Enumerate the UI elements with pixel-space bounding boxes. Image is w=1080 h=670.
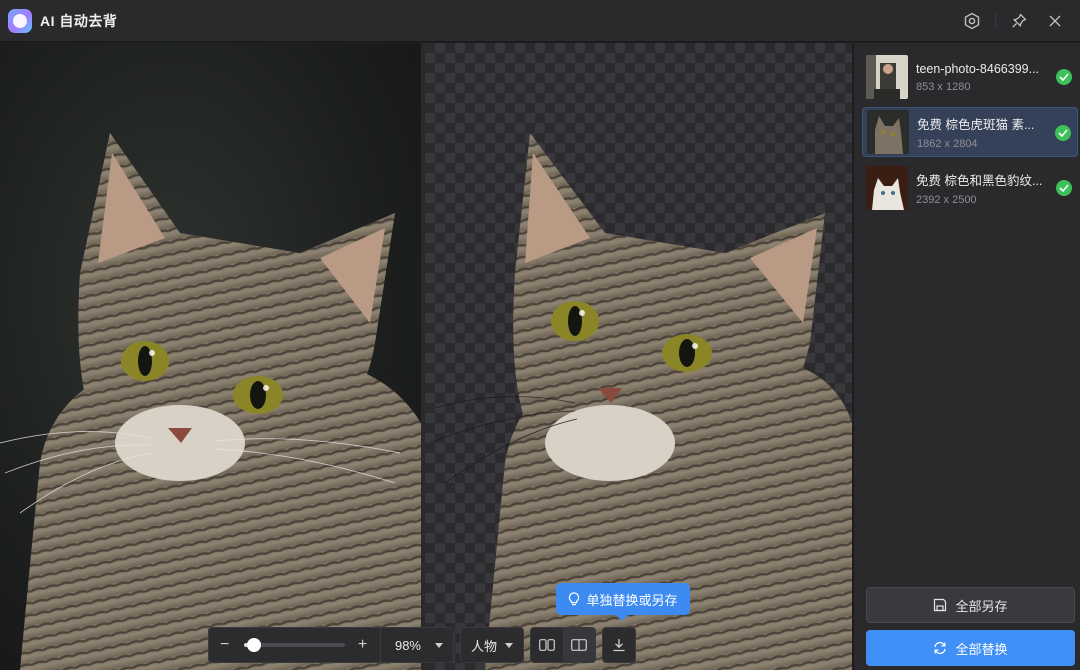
check-icon [1056,180,1072,196]
file-thumbnail [867,110,909,154]
zoom-dropdown-icon[interactable] [435,642,443,648]
mode-dropdown-icon [505,642,513,648]
title-bar: AI 自动去背 [0,0,1080,42]
replace-icon [934,641,947,655]
result-image-pane [425,43,852,670]
settings-icon[interactable] [957,6,987,36]
file-list-item[interactable]: 免费 棕色和黑色豹纹... 2392 x 2500 [862,163,1078,213]
check-icon [1056,69,1072,85]
zoom-slider-knob[interactable] [247,638,262,652]
file-thumbnail [866,166,908,210]
download-icon [613,639,625,652]
lightbulb-icon [569,592,580,606]
zoom-slider[interactable] [244,638,345,652]
split-view-icon[interactable] [563,628,595,662]
zoom-value: 98% [394,637,421,653]
save-icon [934,598,947,612]
titlebar-divider [995,13,996,29]
tooltip-text: 单独替换或另存 [586,592,678,608]
file-name: 免费 棕色和黑色豹纹... [916,174,1043,188]
file-thumbnail [866,55,908,99]
view-toggle [530,627,596,663]
zoom-control: − + 98% [208,627,454,663]
file-dimensions: 853 x 1280 [916,80,971,93]
file-list-item-selected[interactable]: 免费 棕色虎斑猫 素... 1862 x 2804 [862,107,1078,157]
pin-icon[interactable] [1004,6,1034,36]
save-all-button[interactable]: 全部另存 [866,587,1075,623]
file-name: 免费 棕色虎斑猫 素... [917,118,1035,132]
file-list-item[interactable]: teen-photo-8466399... 853 x 1280 [862,52,1078,102]
side-by-side-view-icon[interactable] [531,628,563,662]
mode-select[interactable]: 人物 [460,627,524,663]
mode-value: 人物 [471,638,498,654]
zoom-out-button[interactable]: − [219,637,230,653]
save-all-label: 全部另存 [955,598,1008,614]
zoom-in-button[interactable]: + [357,637,368,653]
preview-toolbar: − + 98% 人物 [208,627,636,663]
zoom-divider [380,627,381,663]
file-name: teen-photo-8466399... [916,61,1040,76]
original-image-pane [0,43,421,670]
replace-all-label: 全部替换 [955,641,1008,657]
original-cat-photo [0,133,421,670]
preview-canvas [0,43,852,670]
check-icon [1055,125,1071,141]
download-button[interactable] [602,627,636,663]
file-list-sidebar: teen-photo-8466399... 853 x 1280 免费 棕色虎斑… [853,43,1080,670]
download-tooltip: 单独替换或另存 [556,583,690,621]
app-logo-icon [8,8,32,33]
close-icon[interactable] [1040,6,1070,36]
replace-all-button[interactable]: 全部替换 [866,630,1075,666]
file-dimensions: 2392 x 2500 [916,194,977,206]
cutout-cat-photo [429,133,852,670]
app-title: AI 自动去背 [40,12,118,29]
file-dimensions: 1862 x 2804 [917,138,978,150]
